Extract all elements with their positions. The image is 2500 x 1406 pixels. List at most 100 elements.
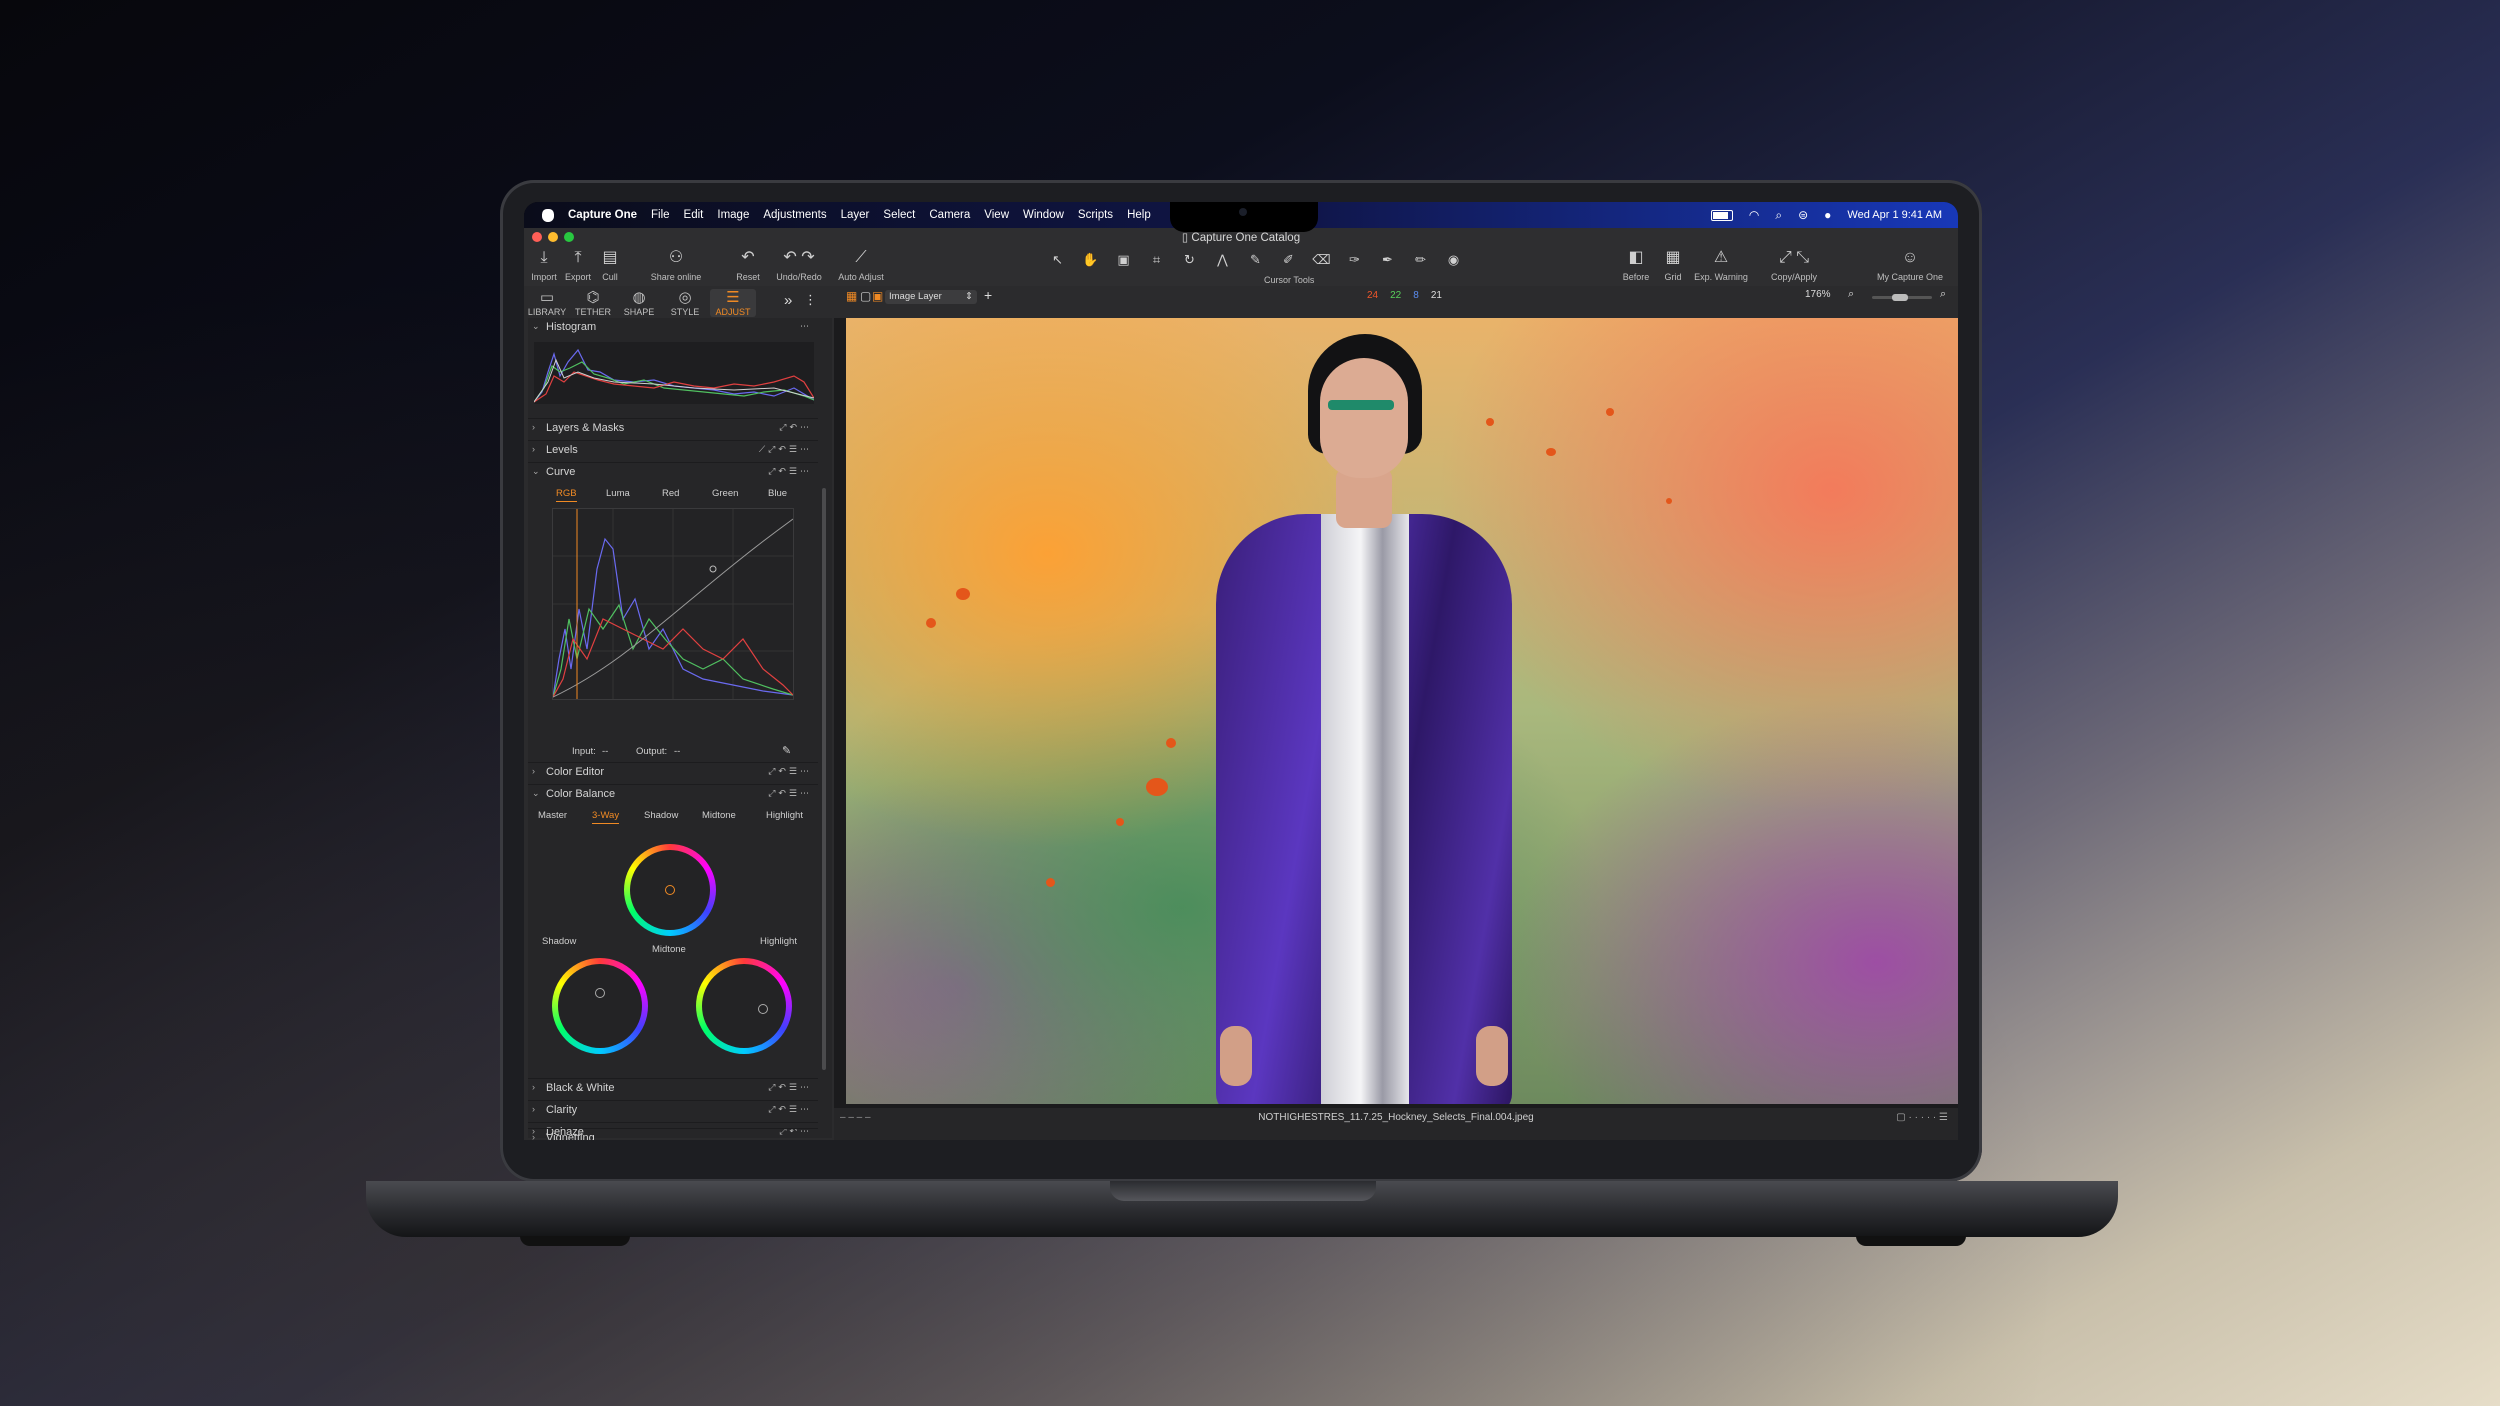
apple-icon[interactable] xyxy=(542,208,554,222)
tab-library[interactable]: ▭ LIBRARY xyxy=(524,289,570,317)
spotlight-search-icon[interactable]: ⌕ xyxy=(1775,208,1782,223)
panel-menu-icon[interactable]: ⋮ xyxy=(804,292,817,308)
panel-scrollbar[interactable] xyxy=(822,488,826,1070)
tab-curve-blue[interactable]: Blue xyxy=(768,488,787,499)
section-curve[interactable]: ⌄ Curve ⤢↶☰⋯ xyxy=(528,462,818,483)
tab-shape[interactable]: ◍ SHAPE xyxy=(616,289,662,317)
section-tools-icon[interactable]: ⟋⤢↶☰⋯ xyxy=(759,444,812,455)
tab-balance-shadow[interactable]: Shadow xyxy=(644,810,678,821)
siri-icon[interactable]: ● xyxy=(1824,208,1831,222)
keystone-tool-icon[interactable]: ⋀ xyxy=(1209,252,1236,268)
tab-curve-luma[interactable]: Luma xyxy=(606,488,630,499)
add-layer-icon[interactable]: + xyxy=(984,287,992,303)
section-histogram[interactable]: ⌄ Histogram ⋯ xyxy=(528,318,818,338)
midtone-label: Midtone xyxy=(652,944,686,955)
tab-style[interactable]: ◎ STYLE xyxy=(662,289,708,317)
main-toolbar: ⤓ Import ⤒ Export ▤ Cull ⚇ Share online ↶ Res… xyxy=(524,246,1958,287)
tab-balance-highlight[interactable]: Highlight xyxy=(766,810,803,821)
battery-icon[interactable] xyxy=(1710,209,1733,221)
wifi-icon[interactable]: ◠ xyxy=(1749,208,1759,222)
gradient-tool-icon[interactable]: ✑ xyxy=(1341,252,1368,268)
curve-picker-icon[interactable]: ✎ xyxy=(782,744,791,757)
menu-scripts[interactable]: Scripts xyxy=(1078,209,1113,221)
more-icon[interactable]: ⋯ xyxy=(800,321,812,332)
section-tools-icon[interactable]: ⤢↶☰⋯ xyxy=(768,1082,812,1093)
brush-tool-icon[interactable]: ✐ xyxy=(1275,252,1302,268)
menu-help[interactable]: Help xyxy=(1127,209,1151,221)
picker-tool-icon[interactable]: ✒ xyxy=(1374,252,1401,268)
menu-app[interactable]: Capture One xyxy=(568,209,637,221)
chevron-down-icon: ⌄ xyxy=(532,321,540,331)
undo-redo-icon: ↶ ↷ xyxy=(783,249,815,266)
layer-selector[interactable]: Image Layer ⇕ xyxy=(885,290,977,304)
section-color-balance[interactable]: ⌄ Color Balance ⤢↶☰⋯ xyxy=(528,784,818,805)
menu-select[interactable]: Select xyxy=(883,209,915,221)
tab-curve-red[interactable]: Red xyxy=(662,488,679,499)
multi-view-icon[interactable]: ▣ xyxy=(872,289,883,303)
tab-balance-master[interactable]: Master xyxy=(538,810,567,821)
zoom-out-icon[interactable]: ⌕ xyxy=(1848,288,1854,301)
tab-curve-rgb[interactable]: RGB xyxy=(556,488,577,502)
eraser-tool-icon[interactable]: ⌫ xyxy=(1308,252,1335,268)
tab-curve-green[interactable]: Green xyxy=(712,488,738,499)
export-button[interactable]: ⤒ Export xyxy=(562,248,594,282)
menu-layer[interactable]: Layer xyxy=(841,209,870,221)
menu-view[interactable]: View xyxy=(984,209,1009,221)
tab-balance-3way[interactable]: 3-Way xyxy=(592,810,620,824)
before-button[interactable]: ◧ Before xyxy=(1618,248,1654,282)
section-black-white[interactable]: › Black & White ⤢↶☰⋯ xyxy=(528,1078,818,1099)
crop-tool-icon[interactable]: ⌗ xyxy=(1143,252,1170,268)
section-layers-masks[interactable]: › Layers & Masks ⤢↶⋯ xyxy=(528,418,818,439)
menu-image[interactable]: Image xyxy=(717,209,749,221)
cull-button[interactable]: ▤ Cull xyxy=(596,248,624,282)
tab-balance-midtone[interactable]: Midtone xyxy=(702,810,736,821)
pan-tool-icon[interactable]: ✋ xyxy=(1077,252,1104,268)
image-viewer[interactable] xyxy=(834,318,1958,1108)
section-tools-icon[interactable]: ⤢↶☰⋯ xyxy=(768,1104,812,1115)
zoom-in-icon[interactable]: ⌕ xyxy=(1940,288,1946,301)
photo-preview[interactable] xyxy=(846,318,1958,1104)
section-tools-icon[interactable]: ⤢↶☰⋯ xyxy=(768,766,812,777)
shadow-color-wheel[interactable] xyxy=(552,958,648,1054)
import-button[interactable]: ⤓ Import xyxy=(528,248,560,282)
spot-tool-icon[interactable]: ✎ xyxy=(1242,252,1269,268)
tab-tether[interactable]: ⌬ TETHER xyxy=(570,289,616,317)
section-clarity[interactable]: › Clarity ⤢↶☰⋯ xyxy=(528,1100,818,1121)
section-tools-icon[interactable]: ⤢↶☰⋯ xyxy=(768,788,812,799)
loupe-tool-icon[interactable]: ▣ xyxy=(1110,252,1137,268)
annotate-tool-icon[interactable]: ✏ xyxy=(1407,252,1434,268)
grid-view-icon[interactable]: ▦ xyxy=(846,289,857,303)
menu-edit[interactable]: Edit xyxy=(684,209,704,221)
control-center-icon[interactable]: ⊜ xyxy=(1798,208,1808,222)
section-vignetting[interactable]: › Vignetting xyxy=(528,1128,818,1140)
curve-editor[interactable] xyxy=(552,508,794,700)
section-tools-icon[interactable]: ⤢↶⋯ xyxy=(779,422,812,433)
my-capture-one-button[interactable]: ☺ My Capture One xyxy=(1872,248,1948,282)
menu-camera[interactable]: Camera xyxy=(929,209,970,221)
section-color-editor[interactable]: › Color Editor ⤢↶☰⋯ xyxy=(528,762,818,783)
zoom-level[interactable]: 176% xyxy=(1805,289,1831,300)
more-tabs-icon[interactable]: » xyxy=(784,292,792,309)
menu-adjustments[interactable]: Adjustments xyxy=(763,209,826,221)
zoom-slider[interactable] xyxy=(1872,294,1932,301)
single-view-icon[interactable]: ▢ xyxy=(860,289,871,303)
menu-window[interactable]: Window xyxy=(1023,209,1064,221)
section-tools-icon[interactable]: ⤢↶☰⋯ xyxy=(768,466,812,477)
menubar-clock[interactable]: Wed Apr 1 9:41 AM xyxy=(1847,209,1942,221)
viewer-options-icon[interactable]: ▢ · · · · · ☰ xyxy=(1896,1112,1948,1123)
undo-redo-button[interactable]: ↶ ↷ Undo/Redo xyxy=(770,248,828,282)
rotate-tool-icon[interactable]: ↻ xyxy=(1176,252,1203,268)
select-tool-icon[interactable]: ↖ xyxy=(1044,252,1071,268)
menu-file[interactable]: File xyxy=(651,209,670,221)
auto-adjust-button[interactable]: ⟋ Auto Adjust xyxy=(832,248,890,282)
share-online-button[interactable]: ⚇ Share online xyxy=(644,248,708,282)
exposure-warning-button[interactable]: ⚠ Exp. Warning xyxy=(1690,248,1752,282)
section-levels[interactable]: › Levels ⟋⤢↶☰⋯ xyxy=(528,440,818,461)
highlight-color-wheel[interactable] xyxy=(696,958,792,1054)
reset-button[interactable]: ↶ Reset xyxy=(730,248,766,282)
copy-apply-button[interactable]: ⤢ ⤡ Copy/Apply xyxy=(1764,248,1824,282)
grid-button[interactable]: ▦ Grid xyxy=(1658,248,1688,282)
midtone-color-wheel[interactable] xyxy=(624,844,716,936)
color-picker-tool-icon[interactable]: ◉ xyxy=(1440,252,1467,268)
tab-adjust[interactable]: ☰ ADJUST xyxy=(710,289,756,317)
